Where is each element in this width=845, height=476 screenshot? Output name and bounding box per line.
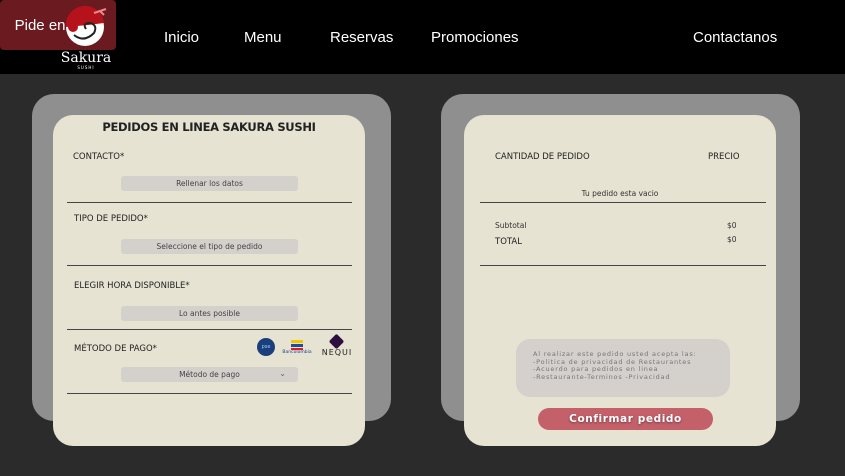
nav-inicio[interactable]: Inicio [164, 29, 199, 46]
empty-order-text: Tu pedido esta vacio [581, 189, 659, 198]
terms-conditions-link[interactable]: -Restaurante-Terminos -Privacidad [533, 373, 730, 382]
divider [67, 265, 352, 266]
subtotal-label: Subtotal [495, 221, 527, 230]
header: Sakura SUSHI Inicio Menu Reservas Promoc… [0, 0, 845, 74]
payment-select[interactable]: Método de pago ⌄ [121, 367, 298, 382]
divider [67, 202, 352, 203]
nav-promociones[interactable]: Promociones [431, 29, 519, 46]
divider [480, 265, 766, 266]
order-summary-card: CANTIDAD DE PEDIDO PRECIO Tu pedido esta… [464, 115, 776, 446]
nequi-logo-icon: NEQUI [321, 333, 353, 360]
logo[interactable]: Sakura SUSHI [58, 5, 114, 70]
time-select[interactable]: Lo antes posible [121, 306, 298, 321]
subtotal-value: $0 [727, 221, 737, 230]
sakura-logo-icon [65, 5, 107, 46]
page-title: PEDIDOS EN LINEA SAKURA SUSHI [102, 120, 316, 134]
contact-input[interactable]: Rellenar los datos [121, 176, 298, 191]
order-type-label: TIPO DE PEDIDO* [74, 214, 148, 224]
nav-reservas[interactable]: Reservas [330, 29, 393, 46]
contact-label: CONTACTO* [73, 152, 125, 162]
total-label: TOTAL [495, 237, 522, 247]
divider [67, 329, 352, 330]
order-form-card: PEDIDOS EN LINEA SAKURA SUSHI CONTACTO* … [53, 115, 365, 446]
divider [67, 393, 352, 394]
bancolombia-logo-icon: Bancolombia [281, 340, 313, 356]
price-header: PRECIO [708, 152, 740, 162]
payment-select-value: Método de pago [179, 370, 240, 379]
payment-label: MÉTODO DE PAGO* [74, 344, 157, 354]
logo-text: Sakura [60, 50, 112, 66]
time-label: ELEGIR HORA DISPONIBLE* [74, 281, 190, 291]
order-type-select[interactable]: Seleccione el tipo de pedido [121, 239, 298, 254]
quantity-header: CANTIDAD DE PEDIDO [495, 152, 590, 162]
pse-logo-icon: pse [257, 338, 275, 356]
nav-menu[interactable]: Menu [244, 29, 282, 46]
terms-box: Al realizar este pedido usted acepta las… [516, 339, 730, 397]
chevron-down-icon: ⌄ [279, 369, 286, 378]
divider [480, 202, 766, 203]
confirm-order-button[interactable]: Confirmar pedido [538, 408, 713, 430]
nav-contactanos[interactable]: Contactanos [693, 29, 777, 46]
total-value: $0 [727, 235, 737, 244]
